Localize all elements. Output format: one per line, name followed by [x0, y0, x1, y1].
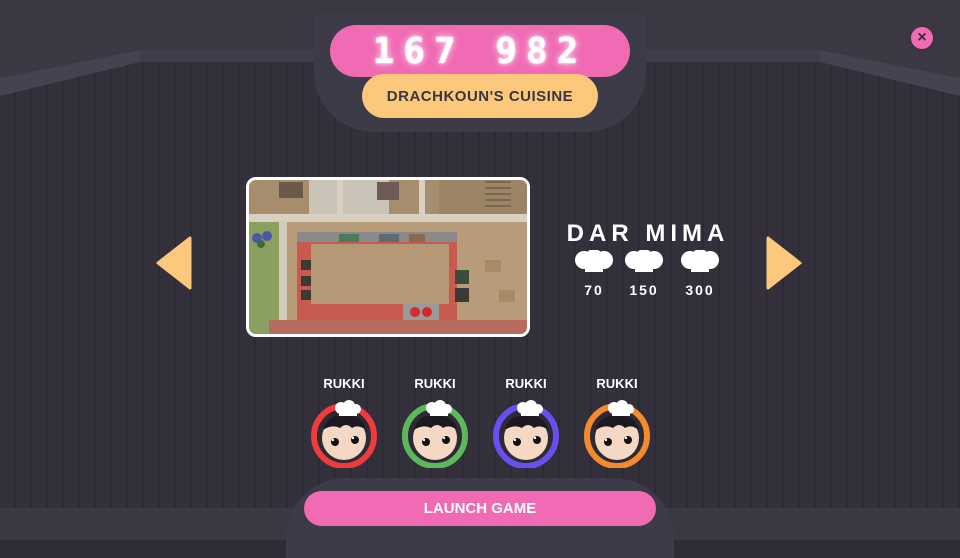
chef-hat-icon: [681, 249, 719, 272]
close-button[interactable]: ×: [909, 25, 935, 51]
total-score: 167 982: [330, 25, 630, 77]
threshold-3: 300: [675, 249, 725, 298]
player-slot-1[interactable]: RUKKI: [304, 376, 384, 473]
threshold-2: 150: [619, 249, 669, 298]
player-slot-4[interactable]: RUKKI: [577, 376, 657, 473]
threshold-1: 70: [569, 249, 619, 298]
player-avatar: [493, 400, 559, 469]
restaurant-name-badge: DRACHKOUN'S CUISINE: [362, 74, 598, 118]
player-avatar: [402, 400, 468, 469]
player-avatar: [584, 400, 650, 469]
player-name: RUKKI: [414, 376, 456, 391]
player-name: RUKKI: [323, 376, 365, 391]
player-name: RUKKI: [505, 376, 547, 391]
score-thresholds: 70 150 300: [567, 249, 727, 300]
player-slot-3[interactable]: RUKKI: [486, 376, 566, 473]
player-slot-2[interactable]: RUKKI: [395, 376, 475, 473]
level-name: DAR MIMA: [566, 220, 730, 247]
arrow-left-icon[interactable]: [156, 236, 192, 290]
chef-hat-icon: [625, 249, 663, 272]
launch-game-button[interactable]: LAUNCH GAME: [304, 491, 656, 526]
player-name: RUKKI: [596, 376, 638, 391]
chef-hat-icon: [575, 249, 613, 272]
threshold-score: 70: [584, 282, 604, 298]
level-preview-image: [246, 177, 530, 337]
close-icon: ×: [917, 29, 927, 46]
threshold-score: 300: [685, 282, 715, 298]
player-avatar: [311, 400, 377, 469]
arrow-right-icon[interactable]: [766, 236, 802, 290]
threshold-score: 150: [629, 282, 659, 298]
